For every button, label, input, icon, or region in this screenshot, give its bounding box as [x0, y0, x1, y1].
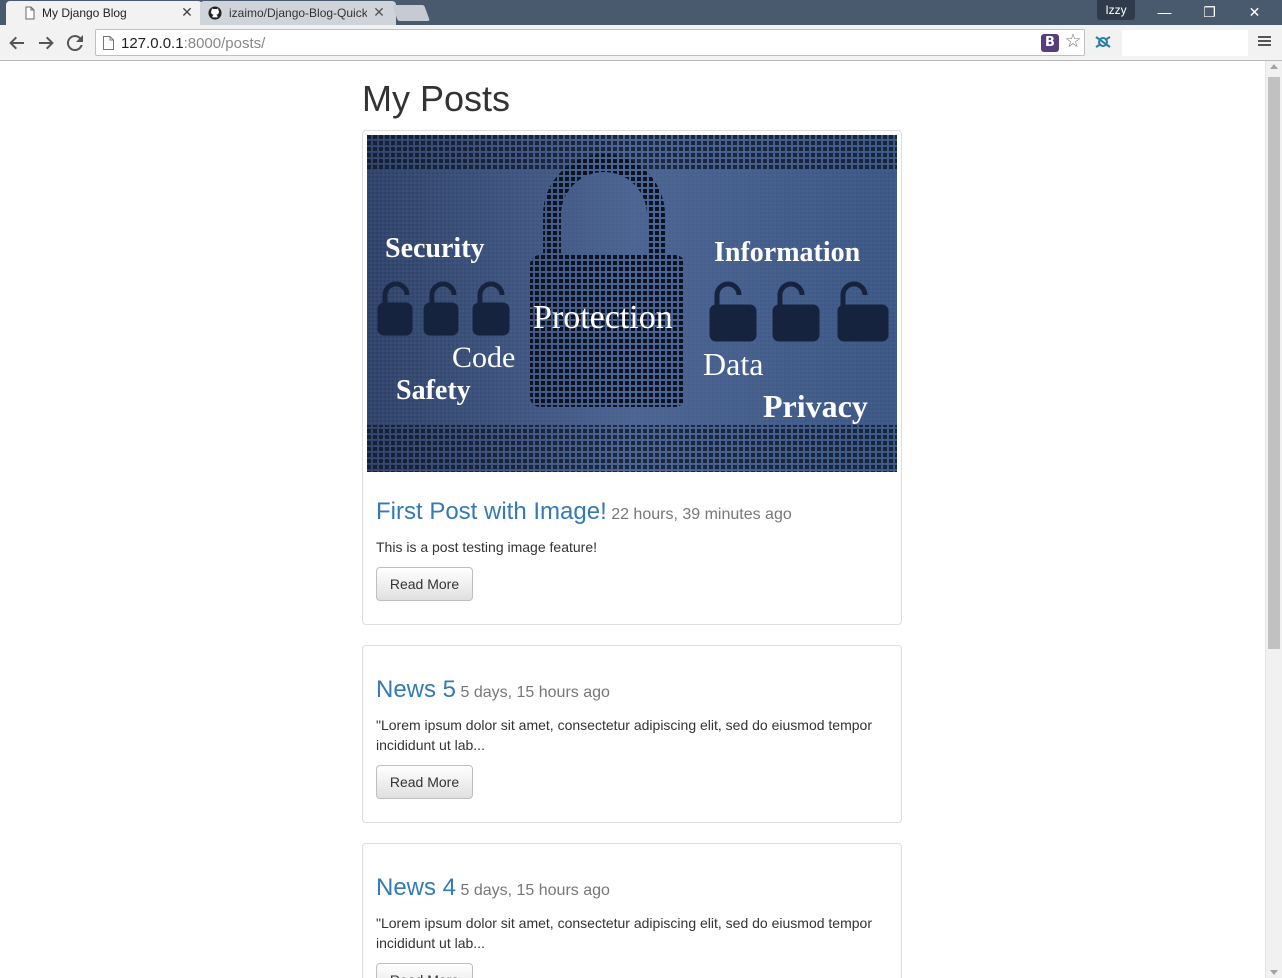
browser-toolbar: 127.0.0.1:8000/posts/ B ☆: [0, 25, 1282, 61]
post-timestamp: 5 days, 15 hours ago: [460, 882, 610, 899]
page-icon: [25, 6, 35, 20]
url-text[interactable]: 127.0.0.1:8000/posts/: [121, 35, 265, 52]
scroll-down-arrow-icon[interactable]: [1270, 970, 1278, 975]
image-word-data: Data: [703, 346, 763, 382]
page-icon: [103, 36, 114, 50]
tab-github[interactable]: izaimo/Django-Blog-Quick ✕: [200, 1, 396, 25]
bootstrap-extension-icon[interactable]: B: [1041, 34, 1059, 52]
tab-title: My Django Blog: [42, 6, 127, 20]
tab-title: izaimo/Django-Blog-Quick: [229, 6, 367, 20]
page-viewport: My Posts Security Information Protection…: [0, 61, 1265, 978]
post-heading: News 4 5 days, 15 hours ago: [376, 874, 610, 902]
post-card: News 4 5 days, 15 hours ago "Lorem ipsum…: [362, 843, 902, 978]
scrollbar-thumb[interactable]: [1268, 77, 1280, 649]
profile-badge[interactable]: Izzy: [1097, 0, 1135, 20]
image-word-security: Security: [385, 233, 485, 264]
post-title-link[interactable]: News 5: [376, 676, 456, 703]
close-window-icon[interactable]: ✕: [1232, 0, 1277, 24]
bookmark-star-icon[interactable]: ☆: [1062, 30, 1084, 54]
post-timestamp: 22 hours, 39 minutes ago: [611, 506, 792, 523]
page-title: My Posts: [362, 78, 511, 119]
image-word-safety: Safety: [396, 375, 471, 406]
post-card: News 5 5 days, 15 hours ago "Lorem ipsum…: [362, 645, 902, 823]
menu-icon[interactable]: [1254, 34, 1274, 54]
vertical-scrollbar[interactable]: [1265, 61, 1282, 978]
post-excerpt: "Lorem ipsum dolor sit amet, consectetur…: [376, 717, 872, 753]
post-heading: First Post with Image! 22 hours, 39 minu…: [376, 498, 792, 526]
close-icon[interactable]: ✕: [180, 5, 194, 19]
url-path: :8000/posts/: [183, 35, 266, 52]
post-title-link[interactable]: News 4: [376, 874, 456, 901]
post-title-link[interactable]: First Post with Image!: [376, 498, 607, 525]
reload-icon[interactable]: [63, 31, 87, 55]
post-heading: News 5 5 days, 15 hours ago: [376, 676, 610, 704]
new-tab-button[interactable]: [392, 5, 430, 21]
extension-icon[interactable]: [1093, 32, 1113, 52]
image-word-code: Code: [452, 341, 515, 374]
image-word-information: Information: [714, 237, 861, 268]
post-image[interactable]: Security Information Protection Code Dat…: [367, 135, 897, 472]
tab-strip: My Django Blog ✕ izaimo/Django-Blog-Quic…: [0, 0, 1282, 25]
post-excerpt: This is a post testing image feature!: [376, 539, 597, 555]
url-host: 127.0.0.1: [121, 35, 184, 52]
image-word-privacy: Privacy: [763, 388, 868, 424]
post-card: Security Information Protection Code Dat…: [362, 130, 902, 625]
forward-icon[interactable]: [34, 31, 58, 55]
read-more-button[interactable]: Read More: [376, 765, 473, 799]
address-bar[interactable]: 127.0.0.1:8000/posts/: [95, 29, 1085, 56]
restore-icon[interactable]: ❐: [1187, 0, 1232, 24]
scroll-up-arrow-icon[interactable]: [1270, 64, 1278, 69]
close-icon[interactable]: ✕: [372, 5, 386, 19]
back-icon[interactable]: [5, 31, 29, 55]
read-more-button[interactable]: Read More: [376, 963, 473, 978]
tab-my-django-blog[interactable]: My Django Blog ✕: [6, 1, 202, 25]
post-timestamp: 5 days, 15 hours ago: [460, 684, 610, 701]
read-more-button[interactable]: Read More: [376, 567, 473, 601]
image-word-protection: Protection: [533, 299, 673, 336]
github-icon: [208, 6, 222, 20]
extension-blank-area: [1122, 30, 1248, 56]
minimize-icon[interactable]: —: [1142, 0, 1187, 24]
post-excerpt: "Lorem ipsum dolor sit amet, consectetur…: [376, 915, 872, 951]
